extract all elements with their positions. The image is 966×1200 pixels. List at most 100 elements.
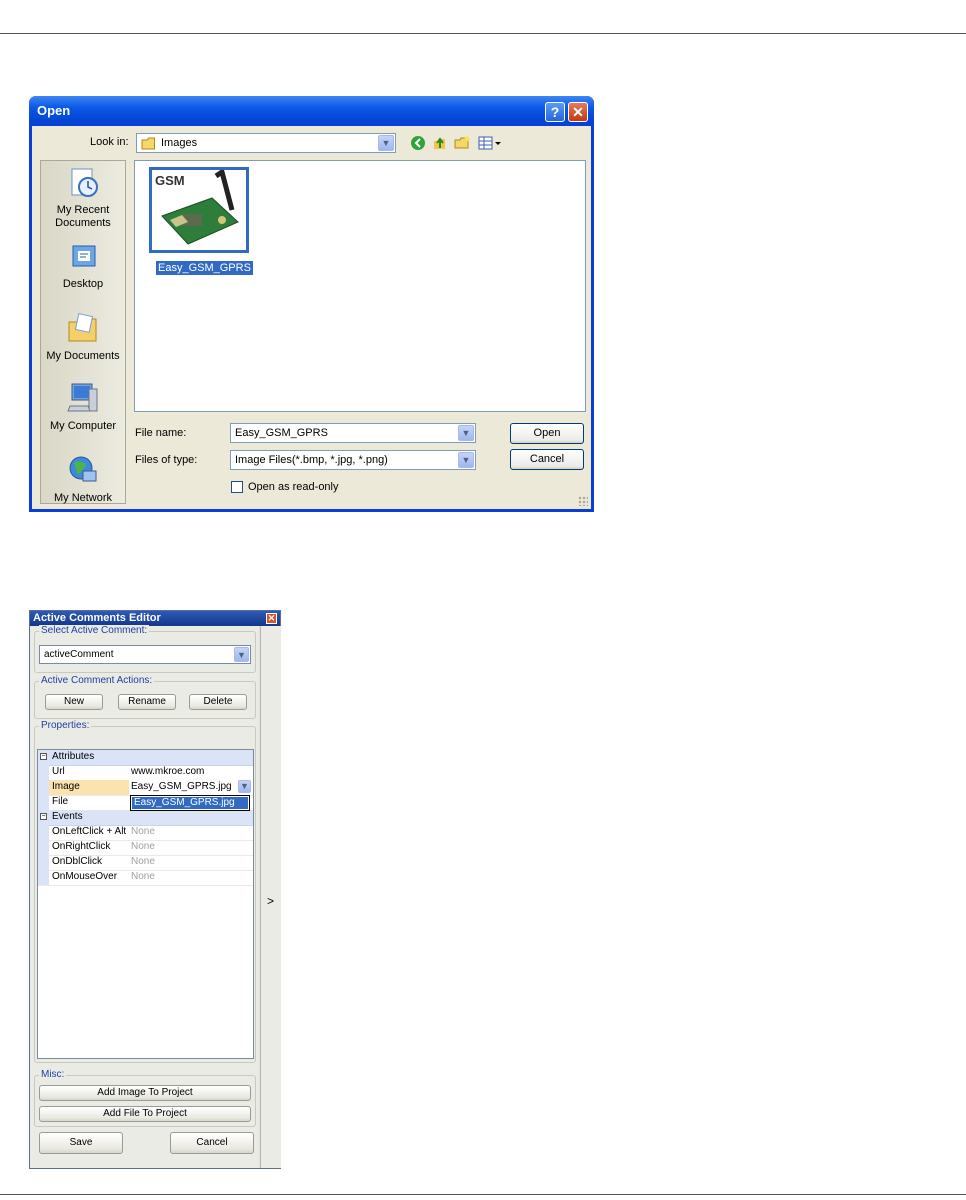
places-bar: My Recent Documents Desktop My Documents…	[40, 160, 126, 504]
delete-button-label: Delete	[203, 696, 233, 707]
desktop-icon	[72, 245, 96, 267]
property-image[interactable]: Image Easy_GSM_GPRS.jpg ▼	[38, 780, 253, 796]
look-in-combo[interactable]: Images ▼	[136, 133, 396, 153]
properties-group-label: Properties:	[39, 720, 92, 731]
category-events[interactable]: − Events	[38, 810, 253, 826]
select-comment-group-label: Select Active Comment:	[39, 625, 150, 636]
ace-main-panel: Select Active Comment: activeComment ▼ A…	[30, 625, 259, 1168]
open-button[interactable]: Open	[510, 423, 584, 444]
collapse-icon[interactable]: −	[40, 753, 47, 760]
collapse-icon[interactable]: −	[40, 813, 47, 820]
file-name-value: Easy_GSM_GPRS	[235, 427, 328, 439]
actions-group-label: Active Comment Actions:	[39, 675, 155, 686]
property-value[interactable]: None	[131, 871, 155, 882]
help-icon: ?	[550, 104, 560, 120]
read-only-label[interactable]: Open as read-only	[248, 481, 339, 493]
property-event[interactable]: OnLeftClick + Alt None	[38, 825, 253, 841]
close-button[interactable]: ✕	[568, 102, 588, 122]
ace-side-panel[interactable]: >	[260, 626, 281, 1168]
property-name: OnRightClick	[52, 841, 111, 852]
up-folder-icon[interactable]	[431, 135, 447, 151]
ace-cancel-button-label: Cancel	[196, 1137, 228, 1148]
ace-cancel-button[interactable]: Cancel	[170, 1132, 254, 1154]
active-comment-dropdown-button[interactable]: ▼	[234, 647, 249, 662]
back-icon[interactable]	[410, 135, 426, 151]
chevron-down-icon: ▼	[237, 650, 246, 660]
property-event[interactable]: OnRightClick None	[38, 840, 253, 856]
image-dropdown-option[interactable]: Easy_GSM_GPRS.jpg	[132, 797, 248, 809]
place-my-network[interactable]: My Network	[41, 453, 125, 505]
delete-button[interactable]: Delete	[189, 694, 247, 710]
select-comment-group: Select Active Comment: activeComment ▼	[34, 625, 256, 673]
help-button[interactable]: ?	[545, 102, 565, 122]
resize-grip[interactable]	[578, 496, 588, 506]
files-of-type-label: Files of type:	[135, 454, 198, 466]
image-dropdown-button[interactable]: ▼	[238, 780, 251, 793]
new-folder-icon[interactable]	[454, 135, 470, 151]
file-list[interactable]: GSM Easy_GSM_GPRS	[134, 160, 586, 412]
bottom-rule	[0, 1194, 966, 1195]
row-gutter	[38, 840, 49, 855]
chevron-down-icon: ▼	[461, 455, 471, 465]
active-comment-select[interactable]: activeComment ▼	[39, 645, 251, 664]
add-file-button[interactable]: Add File To Project	[39, 1106, 251, 1122]
property-name: Image	[52, 781, 80, 792]
file-item-easy-gsm-gprs[interactable]: GSM	[149, 167, 249, 253]
row-gutter	[38, 780, 49, 795]
file-name-dropdown-button[interactable]: ▼	[458, 425, 474, 441]
property-event[interactable]: OnDblClick None	[38, 855, 253, 871]
my-network-icon	[69, 456, 97, 482]
look-in-label: Look in:	[90, 136, 129, 148]
look-in-dropdown-button[interactable]: ▼	[378, 135, 394, 151]
add-image-button-label: Add Image To Project	[97, 1087, 193, 1098]
place-desktop[interactable]: Desktop	[41, 243, 125, 291]
property-value[interactable]: None	[131, 841, 155, 852]
add-file-button-label: Add File To Project	[103, 1108, 187, 1119]
active-comments-editor: Active Comments Editor ✕ Select Active C…	[29, 610, 281, 1169]
cancel-button[interactable]: Cancel	[510, 449, 584, 470]
place-my-documents[interactable]: My Documents	[41, 311, 125, 363]
property-value[interactable]: None	[131, 856, 155, 867]
row-gutter	[38, 795, 49, 810]
place-label: My Documents	[46, 350, 120, 362]
file-item-label[interactable]: Easy_GSM_GPRS	[156, 261, 253, 275]
open-dialog: Open ? ✕ Look in: Images ▼ My Recent Doc…	[29, 96, 594, 512]
place-my-computer[interactable]: My Computer	[41, 381, 125, 433]
row-gutter	[38, 870, 49, 885]
add-image-button[interactable]: Add Image To Project	[39, 1085, 251, 1101]
rename-button[interactable]: Rename	[118, 694, 176, 710]
category-label: Events	[52, 811, 83, 822]
save-button[interactable]: Save	[39, 1132, 123, 1154]
place-my-recent-documents[interactable]: My Recent Documents	[41, 167, 125, 230]
ace-close-button[interactable]: ✕	[266, 613, 277, 624]
chevron-down-icon: ▼	[461, 428, 471, 438]
image-dropdown-list: Easy_GSM_GPRS.jpg	[130, 795, 250, 811]
read-only-checkbox[interactable]	[231, 481, 243, 493]
thumbnail-logo: GSM	[155, 173, 185, 188]
active-comment-value: activeComment	[44, 649, 114, 660]
misc-group-label: Misc:	[39, 1069, 67, 1080]
files-of-type-dropdown-button[interactable]: ▼	[458, 452, 474, 468]
property-value[interactable]: Easy_GSM_GPRS.jpg	[131, 781, 232, 792]
image-value-editor[interactable]: Easy_GSM_GPRS.jpg ▼	[129, 780, 253, 795]
open-dialog-titlebar[interactable]: Open ? ✕	[29, 96, 594, 126]
new-button[interactable]: New	[45, 694, 103, 710]
file-name-input[interactable]: Easy_GSM_GPRS ▼	[230, 423, 476, 443]
file-name-label: File name:	[135, 427, 187, 439]
new-button-label: New	[63, 696, 84, 707]
property-value[interactable]: www.mkroe.com	[131, 766, 204, 777]
property-value[interactable]: None	[131, 826, 155, 837]
recent-documents-icon	[71, 168, 98, 197]
open-dialog-title: Open	[37, 103, 71, 118]
expand-arrow-icon[interactable]: >	[267, 894, 274, 908]
property-event[interactable]: OnMouseOver None	[38, 870, 253, 886]
close-icon: ✕	[267, 613, 276, 623]
open-button-label: Open	[533, 427, 561, 439]
property-url[interactable]: Url www.mkroe.com	[38, 765, 253, 781]
chevron-down-icon: ▼	[381, 138, 391, 148]
property-grid[interactable]: − Attributes Url www.mkroe.com Image Eas…	[37, 749, 254, 1059]
category-attributes[interactable]: − Attributes	[38, 750, 253, 766]
files-of-type-select[interactable]: Image Files(*.bmp, *.jpg, *.png) ▼	[230, 450, 476, 470]
views-menu-icon[interactable]	[478, 135, 502, 151]
ace-titlebar[interactable]: Active Comments Editor ✕	[30, 611, 280, 626]
